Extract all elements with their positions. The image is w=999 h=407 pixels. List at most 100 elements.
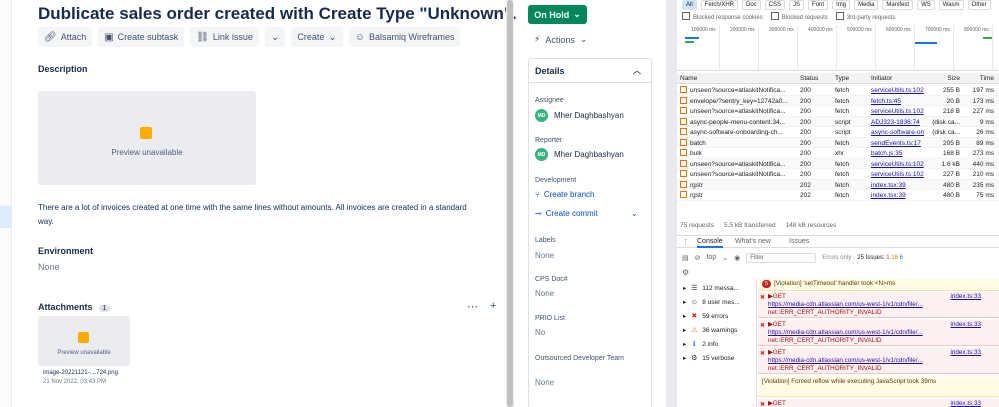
console-filter-input[interactable]: Filter <box>746 252 817 263</box>
network-timeline[interactable]: 100000 ms 200000 ms 300000 ms 400000 ms 5000… <box>677 25 999 71</box>
table-row[interactable]: envelope/?sentry_key=12742a0... 200 fetch f… <box>677 95 999 107</box>
assignee-field[interactable]: MD Mher Daghbashyan <box>535 109 624 122</box>
cell-initiator[interactable]: fetch.ts:45 <box>871 96 929 107</box>
request-url[interactable]: https://media-cdn.atlassian.com/us-west-… <box>768 301 923 308</box>
column-status[interactable]: Status <box>800 73 832 84</box>
console-message[interactable]: ✖ ▶GET index.ts:33 <box>758 399 999 407</box>
column-name[interactable]: Name <box>680 73 798 84</box>
log-levels-select[interactable]: Errors only <box>822 255 851 261</box>
console-sidebar-item[interactable]: ▸ ☰ 112 messa... <box>683 284 739 293</box>
tab-console[interactable]: Console <box>697 238 723 248</box>
filter-chip-all[interactable]: All <box>682 0 697 10</box>
expand-icon[interactable]: ▸ <box>683 340 686 348</box>
outsourced-team-value[interactable]: None <box>535 378 554 387</box>
environment-value[interactable]: None <box>38 262 60 272</box>
table-row[interactable]: batch 200 fetch sendEvents.ts:17 205 B 89 ms <box>677 137 999 149</box>
cell-initiator[interactable]: index.tsx:39 <box>871 180 929 191</box>
source-link[interactable]: index.ts:33 <box>951 321 981 328</box>
filter-chip-css[interactable]: CSS <box>764 0 786 10</box>
expand-icon[interactable]: ▸ <box>683 298 686 306</box>
prio-list-value[interactable]: No <box>535 328 545 337</box>
expand-icon[interactable]: ▸ <box>683 284 686 292</box>
column-initiator[interactable]: Initiator <box>871 73 929 84</box>
checkbox-blocked-response-cookies[interactable]: Blocked response cookies <box>682 12 763 21</box>
create-button[interactable]: Create ⌄ <box>291 27 343 47</box>
balsamiq-button[interactable]: ☺ Balsamiq Wireframes <box>348 27 461 47</box>
source-link[interactable]: index.ts:33 <box>951 400 981 407</box>
filter-chip-media[interactable]: Media <box>854 0 879 10</box>
checkbox-3rd-party-requests[interactable]: 3rd-party requests <box>836 12 896 21</box>
labels-value[interactable]: None <box>535 251 554 260</box>
filter-chip-font[interactable]: Font <box>808 0 829 10</box>
table-row[interactable]: async-people-menu-content.34... 200 script… <box>677 116 999 128</box>
tab-issues[interactable]: Issues <box>789 238 809 245</box>
eye-icon[interactable]: ◉ <box>734 254 740 262</box>
table-row[interactable]: unseen?source=atlaskitNotifica... 200 fetc… <box>677 85 999 96</box>
cell-initiator[interactable]: sendEvents.ts:17 <box>871 138 929 149</box>
actions-button[interactable]: ⚡︎ Actions ⌄ <box>534 34 587 45</box>
expand-icon[interactable]: ▸ <box>683 326 686 334</box>
attachment-name[interactable]: image-20221121-....724.png <box>43 370 118 376</box>
attachment-thumbnail[interactable]: Preview unavailable <box>38 316 130 366</box>
add-icon[interactable]: + <box>490 300 496 313</box>
scrollbar-thumb[interactable] <box>507 0 513 407</box>
browser-divider[interactable] <box>666 0 677 407</box>
console-message[interactable]: ✖ ▶GET https://media-cdn.atlassian.com/us… <box>758 348 999 374</box>
expand-icon[interactable]: ▸ <box>683 354 686 362</box>
table-row[interactable]: unseen?source=atlaskitNotifica... 200 fetc… <box>677 158 999 170</box>
table-row[interactable]: unseen?source=atlaskitNotifica... 200 fetc… <box>677 106 999 117</box>
console-message[interactable]: [Violation] Forced reflow while executin… <box>758 377 999 397</box>
filter-chip-wasm[interactable]: Wasm <box>938 0 964 10</box>
filter-chip-img[interactable]: Img <box>832 0 851 10</box>
filter-chip-fetch-xhr[interactable]: Fetch/XHR <box>700 0 739 10</box>
context-select[interactable]: top <box>707 254 717 261</box>
issue-scrollbar[interactable] <box>506 0 514 407</box>
filter-chip-other[interactable]: Other <box>967 0 991 10</box>
cps-doc-value[interactable]: None <box>535 289 554 298</box>
checkbox-blocked-requests[interactable]: Blocked requests <box>771 12 828 21</box>
filter-chip-js[interactable]: JS <box>789 0 805 10</box>
table-row[interactable]: async-software-onboarding-ch... 200 script… <box>677 127 999 138</box>
request-url[interactable]: https://media-cdn.atlassian.com/us-west-… <box>768 357 923 364</box>
tab-whats-new[interactable]: What's new <box>735 238 771 245</box>
source-link[interactable]: index.ts:33 <box>951 349 981 356</box>
cell-initiator[interactable]: async-software-on <box>871 127 929 138</box>
column-size[interactable]: Size <box>930 73 960 84</box>
create-subtask-button[interactable]: ▣ Create subtask <box>98 27 185 47</box>
description-text[interactable]: There are a lot of invoices created at o… <box>38 201 478 229</box>
console-message[interactable]: ✖ ▶GET https://media-cdn.atlassian.com/us… <box>758 292 999 318</box>
console-sidebar-item[interactable]: ▸ ✖ 59 errors <box>683 312 728 321</box>
cell-initiator[interactable]: serviceUtils.ts:102 <box>871 159 929 170</box>
cell-initiator[interactable]: batch.js:35 <box>871 148 929 159</box>
column-type[interactable]: Type <box>835 73 869 84</box>
details-header[interactable]: Details ︿ <box>529 59 651 83</box>
filter-chip-manifest[interactable]: Manifest <box>882 0 914 10</box>
description-image-preview[interactable]: Preview unavailable <box>38 91 256 185</box>
gear-icon[interactable]: ⚙ <box>682 268 689 277</box>
table-row[interactable]: unseen?source=atlaskitNotifica... 200 fetc… <box>677 169 999 180</box>
attach-button[interactable]: 🔗︎ Attach <box>38 27 93 47</box>
sidebar-toggle-icon[interactable]: ▤ <box>682 254 689 262</box>
clear-icon[interactable]: ⊘ <box>695 254 701 262</box>
chevron-down-icon[interactable]: ⌄ <box>631 209 638 218</box>
console-sidebar-item[interactable]: ▸ ⚙ 15 verbose <box>683 354 734 363</box>
cell-initiator[interactable]: ADJ323-1836:74 <box>871 117 929 128</box>
expand-icon[interactable]: ▸ <box>683 312 686 320</box>
cell-initiator[interactable]: serviceUtils.ts:102 <box>871 106 929 117</box>
console-message[interactable]: 5 [Violation] 'setTimeout' handler took <… <box>758 279 999 291</box>
create-branch-link[interactable]: ⑂ Create branch <box>535 190 595 199</box>
console-message[interactable]: ✖ ▶GET https://media-cdn.atlassian.com/us… <box>758 320 999 346</box>
cell-initiator[interactable]: serviceUtils.ts:102 <box>871 169 929 180</box>
console-sidebar-item[interactable]: ▸ ⚠ 36 warnings <box>683 326 737 335</box>
column-time[interactable]: Time <box>964 73 994 84</box>
table-row[interactable]: bulk 200 xhr batch.js:35 168 B 273 ms <box>677 148 999 159</box>
cell-initiator[interactable]: serviceUtils.ts:102 <box>871 85 929 96</box>
filter-chip-doc[interactable]: Doc <box>742 0 761 10</box>
more-icon[interactable]: ⋯ <box>467 300 478 313</box>
source-link[interactable]: index.ts:33 <box>951 293 981 300</box>
filter-chip-ws[interactable]: WS <box>917 0 935 10</box>
link-issue-dropdown[interactable]: ⌄ <box>264 27 286 47</box>
issues-counter[interactable]: 25 Issues: 1 18 6 <box>857 255 903 261</box>
cell-initiator[interactable]: index.tsx:39 <box>871 190 929 201</box>
console-sidebar-item[interactable]: ▸ ℹ 2 info <box>683 340 718 349</box>
